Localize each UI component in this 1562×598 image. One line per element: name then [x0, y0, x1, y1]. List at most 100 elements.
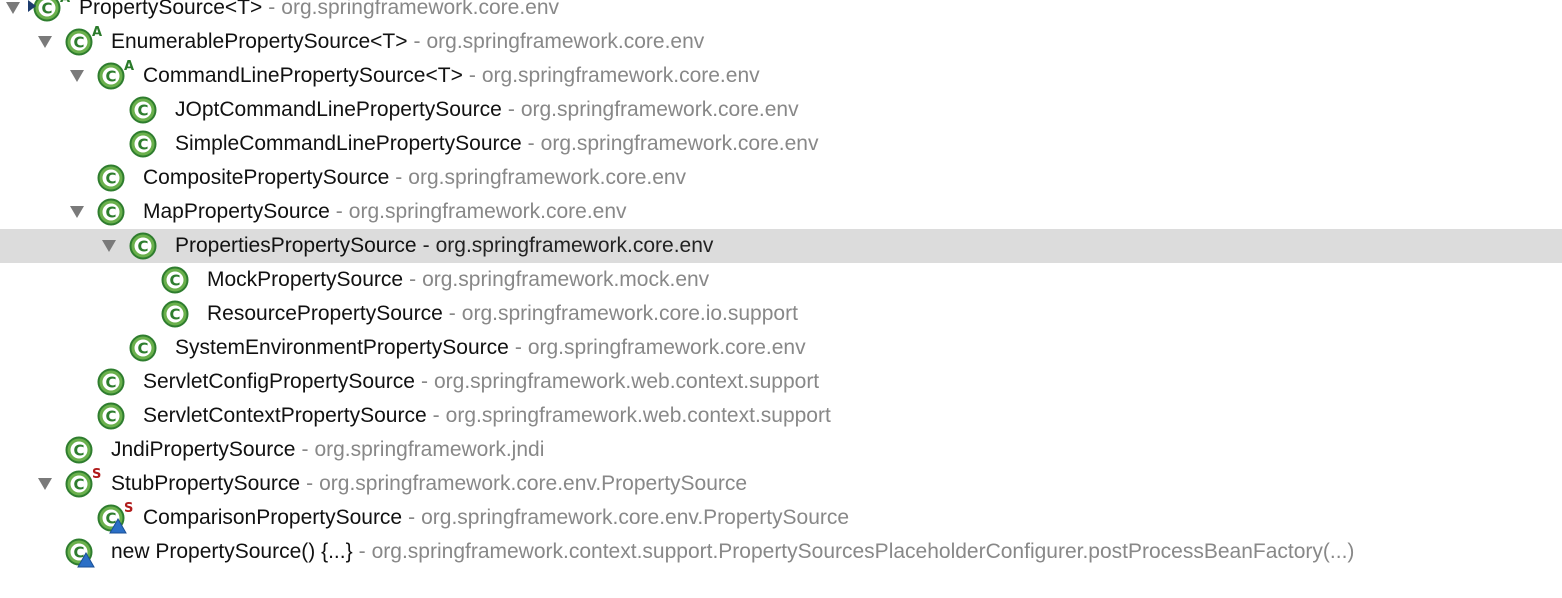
- arrow-spacer: [99, 93, 119, 127]
- svg-text:C: C: [169, 272, 180, 290]
- class-name: ComparisonPropertySource: [143, 506, 403, 529]
- tree-row[interactable]: CAPropertySource<T>-org.springframework.…: [0, 0, 1562, 25]
- package-name: org.springframework.core.env.PropertySou…: [421, 506, 850, 529]
- class-icon: C: [97, 368, 125, 396]
- separator: -: [395, 166, 403, 189]
- package-name: org.springframework.jndi: [314, 438, 545, 461]
- arrow-spacer: [99, 331, 119, 365]
- tree-row[interactable]: C CompositePropertySource - org.springframe…: [0, 161, 1562, 195]
- expand-arrow-icon[interactable]: [99, 229, 119, 263]
- class-name: PropertySource<T>: [79, 0, 263, 19]
- static-modifier-icon: S: [92, 467, 102, 482]
- class-icon: C: [161, 300, 189, 328]
- tree-row[interactable]: C MapPropertySource - org.springframework.c…: [0, 195, 1562, 229]
- arrow-spacer: [35, 535, 55, 569]
- class-name: MockPropertySource: [207, 268, 404, 291]
- svg-text:C: C: [105, 408, 116, 426]
- class-icon: C: [65, 436, 93, 464]
- arrow-spacer: [67, 365, 87, 399]
- tree-row[interactable]: C PropertiesPropertySource - org.springfram…: [0, 229, 1562, 263]
- class-icon: CA: [28, 0, 70, 22]
- svg-text:C: C: [137, 102, 148, 120]
- separator: -: [358, 540, 366, 563]
- abstract-modifier-icon: A: [124, 59, 135, 74]
- package-name: org.springframework.core.env: [348, 200, 627, 223]
- class-name: JOptCommandLinePropertySource: [175, 98, 502, 121]
- arrow-spacer: [67, 501, 87, 535]
- package-name: org.springframework.core.env: [426, 30, 705, 53]
- tree-row[interactable]: C MockPropertySource - org.springframework.…: [0, 263, 1562, 297]
- package-name: org.springframework.core.io.support: [461, 302, 798, 325]
- svg-text:C: C: [105, 374, 116, 392]
- separator: -: [527, 132, 535, 155]
- class-icon: CA: [97, 59, 134, 90]
- tree-row[interactable]: C A CommandLinePropertySource<T> - org.sprin…: [0, 59, 1562, 93]
- class-name: ServletConfigPropertySource: [143, 370, 415, 393]
- arrow-spacer: [131, 297, 151, 331]
- svg-text:C: C: [73, 476, 84, 494]
- class-name: MapPropertySource: [143, 200, 330, 223]
- svg-text:C: C: [137, 136, 148, 154]
- expand-arrow-icon[interactable]: [35, 25, 55, 59]
- package-name: org.springframework.context.support.Prop…: [371, 540, 1355, 563]
- class-name: CompositePropertySource: [143, 166, 390, 189]
- tree-row[interactable]: C SystemEnvironmentPropertySource - org.spr…: [0, 331, 1562, 365]
- class-name: CommandLinePropertySource<T>: [143, 64, 463, 87]
- tree-row[interactable]: C ResourcePropertySource - org.springframew…: [0, 297, 1562, 331]
- separator: -: [448, 302, 456, 325]
- expand-arrow-icon[interactable]: [67, 195, 87, 229]
- class-name: SystemEnvironmentPropertySource: [175, 336, 509, 359]
- arrow-spacer: [35, 433, 55, 467]
- class-name: SimpleCommandLinePropertySource: [175, 132, 522, 155]
- class-name: StubPropertySource: [111, 472, 301, 495]
- class-icon: CS: [65, 467, 101, 498]
- svg-text:C: C: [105, 204, 116, 222]
- tree-row[interactable]: C S ComparisonPropertySource - org.springfra…: [0, 501, 1562, 535]
- tree-row[interactable]: C JOptCommandLinePropertySource - org.sprin…: [0, 93, 1562, 127]
- separator: -: [432, 404, 440, 427]
- package-name: org.springframework.core.env: [527, 336, 806, 359]
- package-name: org.springframework.core.env.PropertySou…: [319, 472, 748, 495]
- class-name: ResourcePropertySource: [207, 302, 443, 325]
- tree-row[interactable]: C A EnumerablePropertySource<T> - org.spring…: [0, 25, 1562, 59]
- package-name: org.springframework.core.env: [281, 0, 560, 19]
- separator: -: [306, 472, 314, 495]
- svg-text:C: C: [137, 238, 148, 256]
- separator: -: [408, 506, 416, 529]
- tree-row[interactable]: Cnew PropertySource() {...} - org.springfr…: [0, 535, 1562, 569]
- expand-arrow-icon[interactable]: [3, 0, 23, 25]
- class-name: new PropertySource() {...}: [111, 540, 353, 563]
- arrow-spacer: [131, 263, 151, 297]
- svg-text:C: C: [41, 0, 52, 18]
- tree-row[interactable]: C S StubPropertySource - org.springframework…: [0, 467, 1562, 501]
- package-name: org.springframework.mock.env: [422, 268, 710, 291]
- static-modifier-icon: S: [124, 501, 134, 516]
- separator: -: [514, 336, 522, 359]
- separator: -: [507, 98, 515, 121]
- abstract-modifier-icon: A: [60, 0, 70, 6]
- separator: -: [335, 200, 343, 223]
- tree-row[interactable]: C SimpleCommandLinePropertySource - org.spr…: [0, 127, 1562, 161]
- separator: -: [420, 370, 428, 393]
- package-name: org.springframework.core.env: [408, 166, 687, 189]
- class-icon: C: [129, 334, 157, 362]
- class-icon: CA: [65, 25, 102, 56]
- svg-text:C: C: [73, 34, 84, 52]
- package-name: org.springframework.core.env: [520, 98, 799, 121]
- expand-arrow-icon[interactable]: [67, 59, 87, 93]
- tree-row[interactable]: C JndiPropertySource - org.springframework.…: [0, 433, 1562, 467]
- class-name: JndiPropertySource: [111, 438, 296, 461]
- package-name: org.springframework.core.env: [481, 64, 760, 87]
- tree-row[interactable]: C ServletConfigPropertySource - org.springf…: [0, 365, 1562, 399]
- svg-text:C: C: [105, 170, 116, 188]
- class-name: PropertiesPropertySource: [175, 234, 417, 257]
- hierarchy-tree[interactable]: CAPropertySource<T>-org.springframework.…: [0, 0, 1562, 569]
- class-icon: C: [65, 538, 95, 568]
- expand-arrow-icon[interactable]: [35, 467, 55, 501]
- separator: -: [409, 268, 417, 291]
- class-icon: C: [97, 164, 125, 192]
- class-icon: C: [129, 232, 157, 260]
- class-name: EnumerablePropertySource<T>: [111, 30, 408, 53]
- separator: -: [301, 438, 309, 461]
- tree-row[interactable]: C ServletContextPropertySource - org.spring…: [0, 399, 1562, 433]
